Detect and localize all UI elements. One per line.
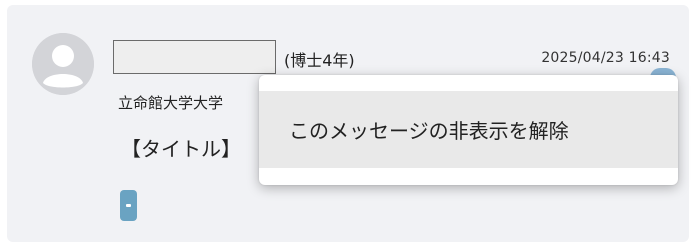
message-timestamp: 2025/04/23 16:43 [541, 50, 670, 66]
redacted-sender-name [113, 40, 276, 74]
sender-affiliation: 立命館大学大学 [118, 94, 224, 112]
tag-mark-icon [126, 204, 131, 207]
avatar[interactable] [32, 33, 94, 95]
attachment-tag[interactable] [120, 190, 137, 221]
sender-grade: (博士4年) [284, 51, 355, 70]
menu-item-label: このメッセージの非表示を解除 [289, 119, 569, 143]
unhide-message-menu-item[interactable]: このメッセージの非表示を解除 [259, 91, 678, 168]
message-title: 【タイトル】 [121, 137, 241, 161]
user-silhouette-icon [32, 33, 94, 95]
context-menu: このメッセージの非表示を解除 [259, 75, 678, 185]
